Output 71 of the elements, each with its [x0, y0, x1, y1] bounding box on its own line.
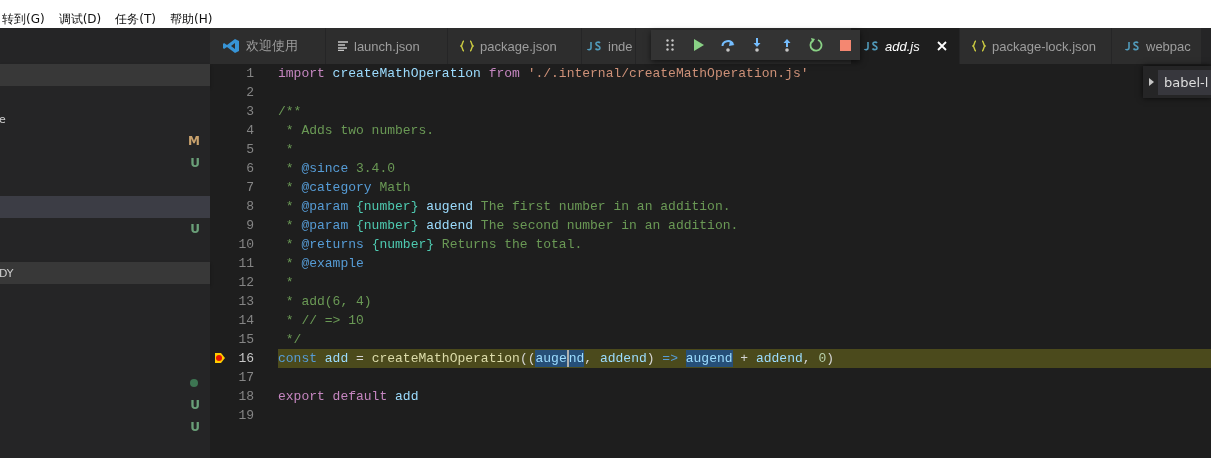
editor-tab[interactable]: 欢迎使用: [210, 28, 326, 64]
line-number: 8: [245, 199, 254, 214]
code-line: * Adds two numbers.: [284, 122, 435, 140]
close-icon[interactable]: [937, 41, 947, 51]
expand-icon[interactable]: [1149, 78, 1154, 86]
line-number: 19: [237, 408, 254, 423]
code-line: * @returns {number} Returns the total.: [284, 236, 583, 254]
line-number: 11: [237, 256, 254, 271]
line-number: 5: [245, 142, 254, 157]
line-number: 10: [237, 237, 254, 252]
code-line: *: [284, 274, 294, 292]
line-number: 3: [245, 104, 254, 119]
step-into-icon[interactable]: [752, 38, 763, 52]
lines-icon: [338, 41, 348, 51]
vscode-icon: [222, 38, 240, 54]
editor-tab[interactable]: launch.json: [326, 28, 448, 64]
step-over-icon[interactable]: [721, 38, 736, 52]
line-number: 18: [237, 389, 254, 404]
code-line: *: [284, 141, 294, 159]
continue-icon[interactable]: [693, 39, 704, 51]
line-number: 6: [245, 161, 254, 176]
js-icon: [586, 41, 602, 51]
menu-item[interactable]: 帮助(H): [170, 10, 213, 28]
line-number: 1: [245, 66, 254, 81]
code-line: * // => 10: [284, 312, 364, 330]
git-status: M: [188, 134, 200, 148]
line-number: 15: [237, 332, 254, 347]
menu-item[interactable]: 调试(D): [58, 10, 102, 28]
code-line: * @param {number} addend The second number in an addition.: [284, 217, 739, 235]
code-line: export default add: [278, 388, 419, 406]
line-number: 7: [245, 180, 254, 195]
code-line: * @since 3.4.0: [284, 160, 396, 178]
code-line: */: [284, 331, 302, 349]
breakpoint-icon[interactable]: [214, 352, 226, 364]
code-line: /**: [278, 103, 302, 121]
braces-icon: [460, 40, 474, 52]
section-header[interactable]: DY: [0, 262, 210, 284]
line-number: 14: [237, 313, 254, 328]
line-number: 17: [237, 370, 254, 385]
menu-item[interactable]: 转到(G): [2, 10, 45, 28]
js-icon: [863, 41, 879, 51]
line-number: 12: [237, 275, 254, 290]
editor-tab[interactable]: package.json: [448, 28, 582, 64]
stop-icon[interactable]: [839, 39, 851, 51]
js-icon: [1124, 41, 1140, 51]
code-line: * @param {number} augend The first number in an addition.: [284, 198, 731, 216]
git-status: U: [190, 398, 200, 412]
editor-tab[interactable]: inde: [582, 28, 636, 64]
menu-item[interactable]: 任务(T): [115, 10, 156, 28]
line-number: 9: [245, 218, 254, 233]
line-number: 2: [245, 85, 254, 100]
section-title: DY: [0, 266, 14, 280]
line-number: 4: [245, 123, 254, 138]
code-line: * add(6, 4): [284, 293, 372, 311]
file-name: e: [0, 112, 6, 126]
line-number: 16: [237, 351, 254, 366]
editor-tab[interactable]: package-lock.json: [960, 28, 1112, 64]
step-out-icon[interactable]: [781, 38, 792, 52]
code-line: * @category Math: [284, 179, 411, 197]
git-status: U: [190, 420, 200, 434]
code-line: import createMathOperation from './.internal/createMathOperation.js': [278, 65, 809, 83]
git-status: U: [190, 222, 200, 236]
line-number: 13: [237, 294, 254, 309]
code-line: * @example: [284, 255, 364, 273]
editor-tab[interactable]: webpac: [1112, 28, 1202, 64]
git-status: U: [190, 156, 200, 170]
peek-item[interactable]: babel-l: [1158, 69, 1211, 95]
drag-handle-icon[interactable]: [665, 39, 674, 51]
editor-tab[interactable]: add.js: [851, 28, 960, 64]
braces-icon: [972, 40, 986, 52]
restart-icon[interactable]: [809, 38, 824, 52]
